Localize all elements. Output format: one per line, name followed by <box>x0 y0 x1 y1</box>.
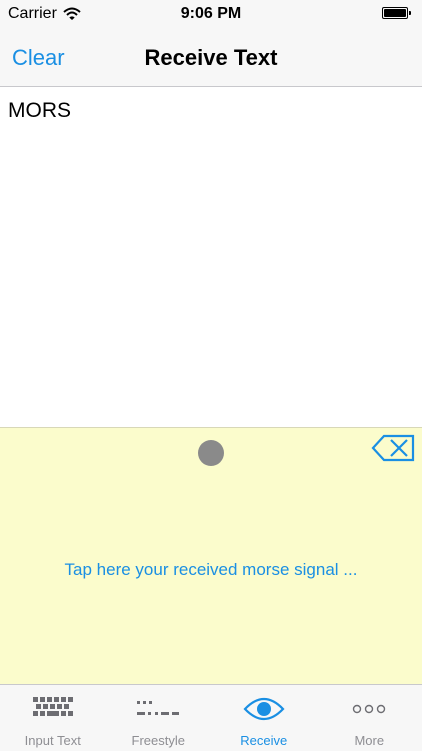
navigation-bar: Clear Receive Text <box>0 28 422 87</box>
status-time: 9:06 PM <box>0 5 422 23</box>
tab-label: Input Text <box>0 733 106 748</box>
page-title: Receive Text <box>0 45 422 71</box>
tab-label: Freestyle <box>106 733 212 748</box>
battery-fill <box>384 9 406 17</box>
eye-icon <box>242 695 286 723</box>
morse-signal-pad[interactable]: Tap here your received morse signal ... <box>0 427 422 685</box>
tab-input-text[interactable]: Input Text <box>0 685 106 751</box>
status-bar: Carrier 9:06 PM <box>0 0 422 28</box>
keyboard-icon <box>31 695 75 723</box>
morse-dots-icon <box>136 695 180 723</box>
tab-freestyle[interactable]: Freestyle <box>106 685 212 751</box>
battery-icon <box>382 7 414 21</box>
received-text: MORS <box>8 99 71 123</box>
received-text-area[interactable]: MORS <box>0 87 422 427</box>
backspace-icon[interactable] <box>371 434 415 462</box>
signal-indicator-dot <box>198 440 224 466</box>
battery-tip <box>409 11 411 15</box>
battery-body <box>382 7 408 19</box>
tab-label: Receive <box>211 733 317 748</box>
more-icon <box>347 695 391 723</box>
tab-bar: Input Text Freestyle <box>0 684 422 751</box>
tab-label: More <box>317 733 422 748</box>
tab-more[interactable]: More <box>317 685 422 751</box>
signal-hint-text: Tap here your received morse signal ... <box>0 560 422 580</box>
tab-receive[interactable]: Receive <box>211 685 317 751</box>
